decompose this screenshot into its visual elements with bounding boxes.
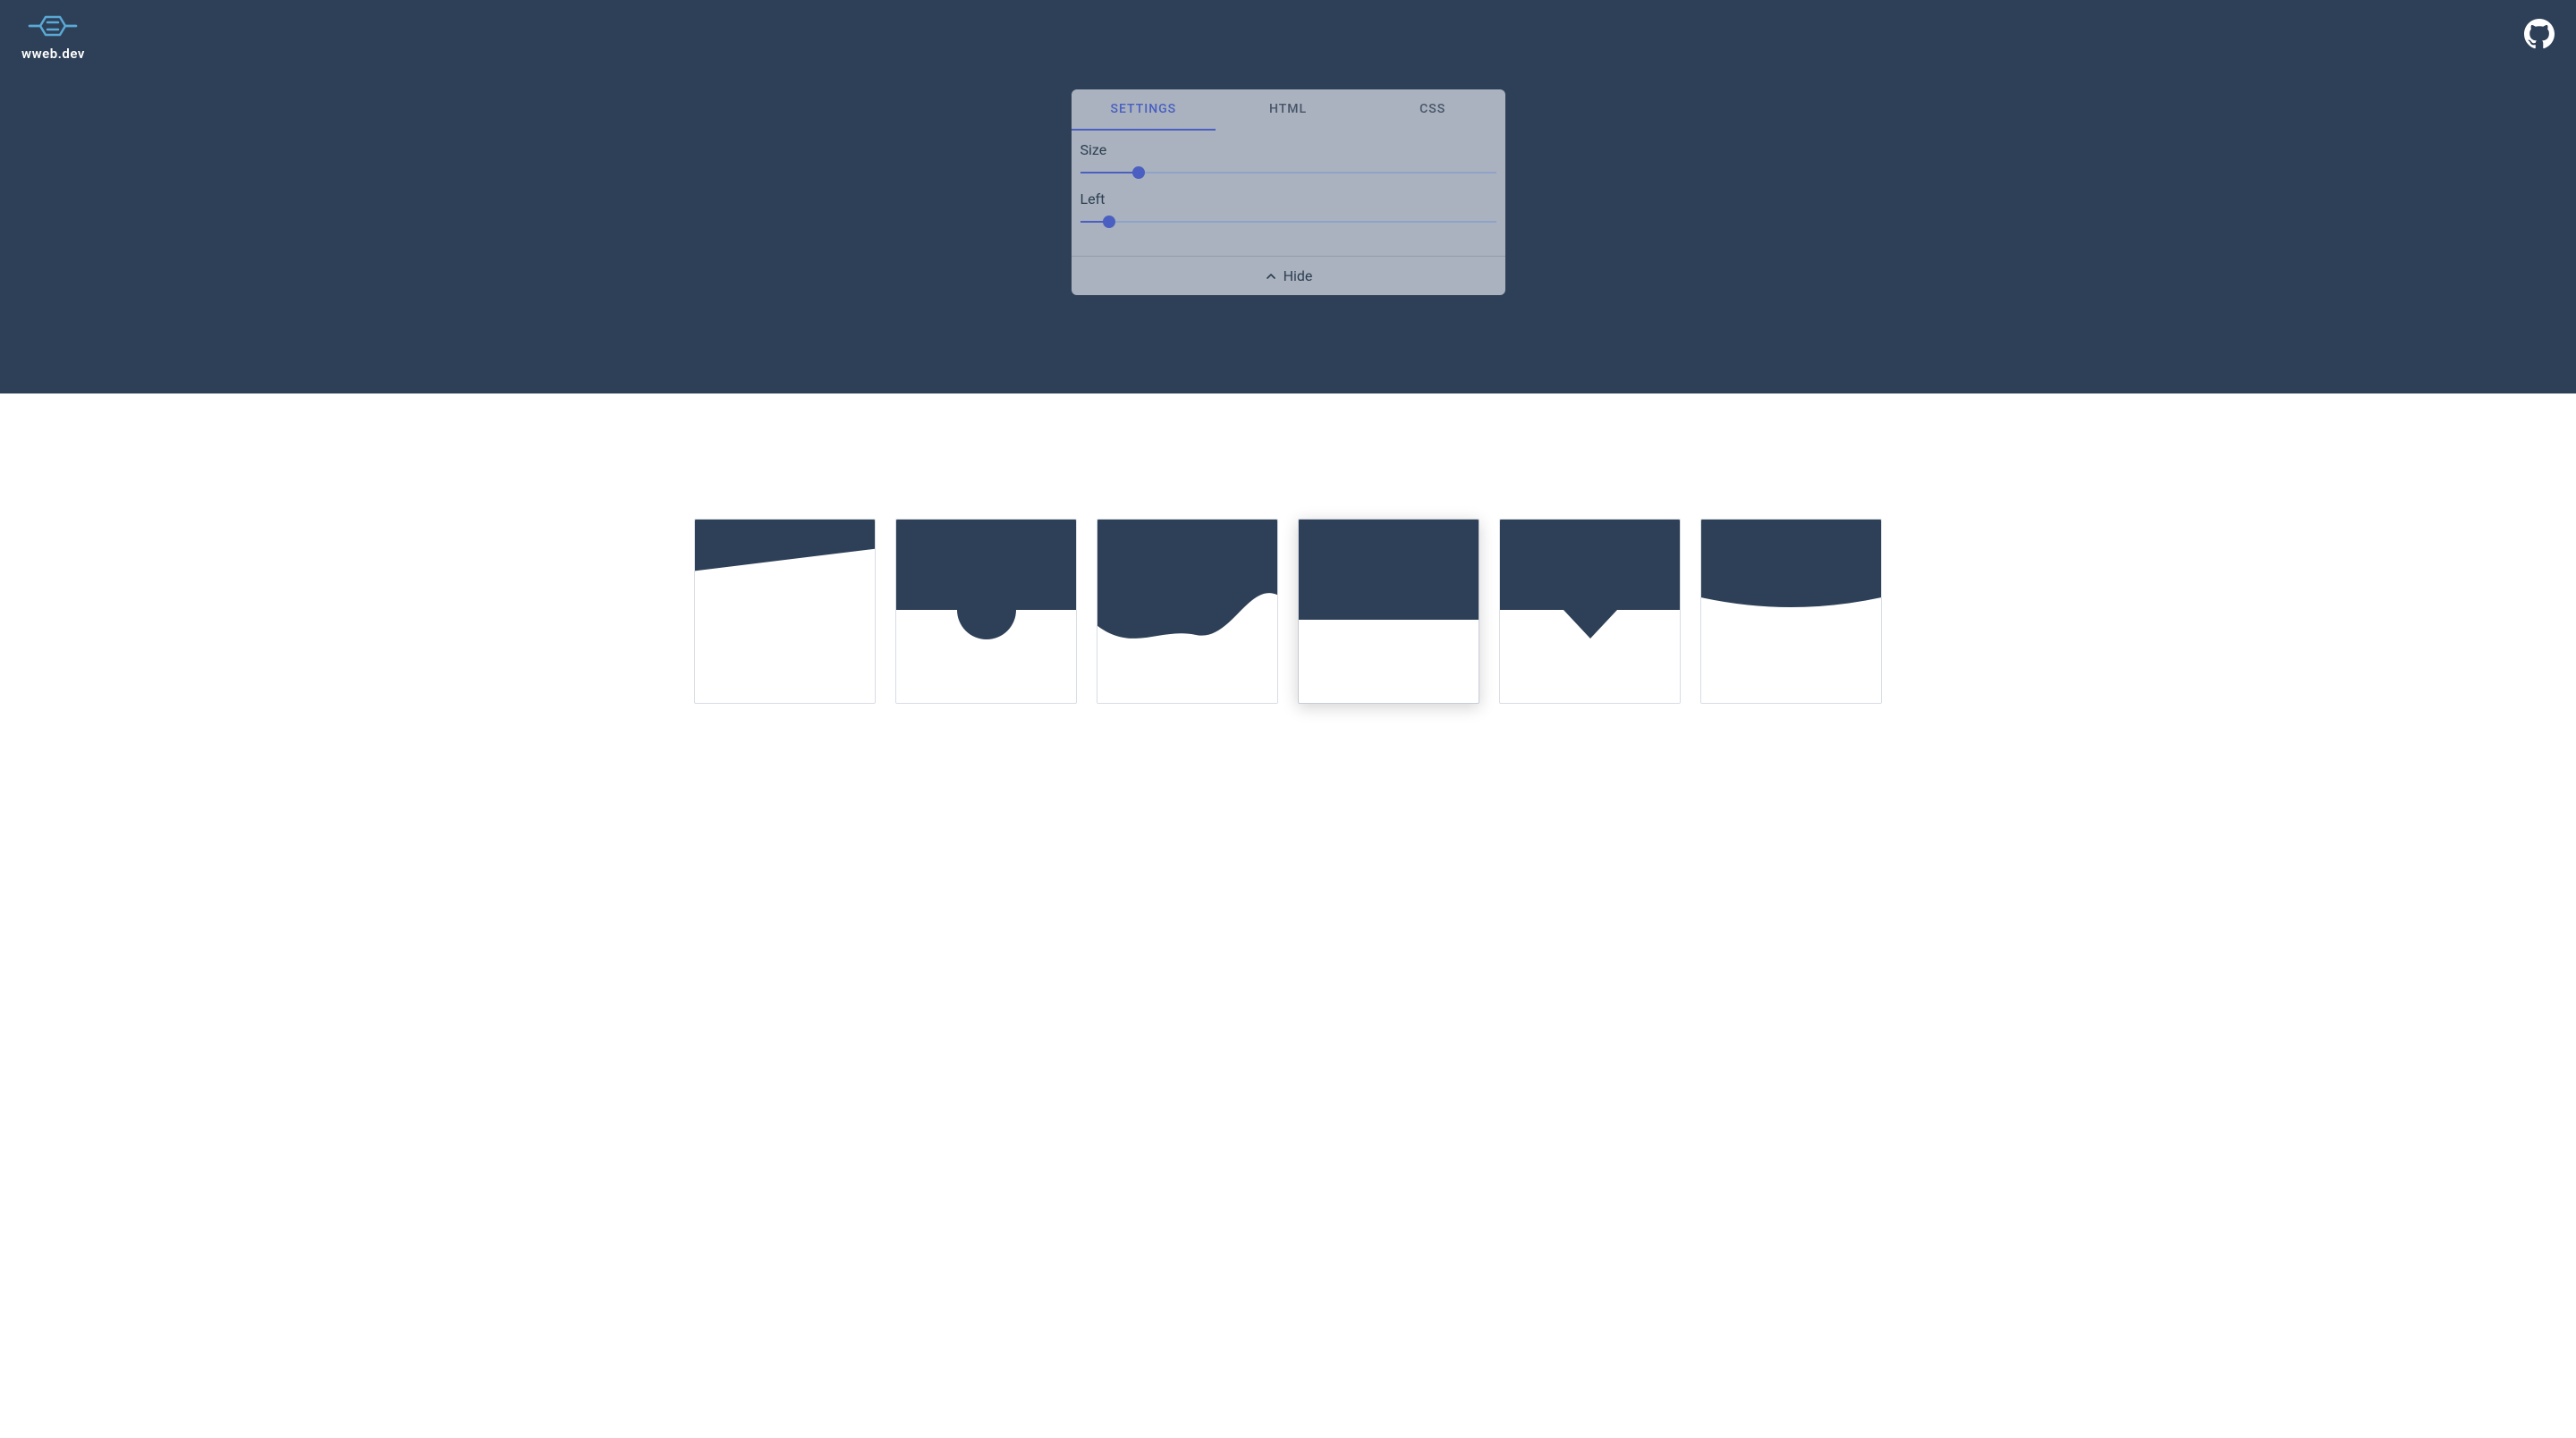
separator-card-list xyxy=(0,393,2576,722)
card-zigzag-separator[interactable] xyxy=(1298,519,1479,704)
top-bar: wweb.dev xyxy=(0,0,2576,72)
card-skewed-separator[interactable] xyxy=(694,519,876,704)
site-logo[interactable]: wweb.dev xyxy=(21,10,85,62)
panel-tabs: SETTINGS HTML CSS xyxy=(1072,89,1505,131)
site-logo-icon xyxy=(28,10,78,42)
card-semicircle-separator[interactable] xyxy=(895,519,1077,704)
controls-container: Size Left xyxy=(1072,131,1505,256)
card-wave-separator[interactable] xyxy=(1097,519,1278,704)
github-link[interactable] xyxy=(2524,19,2555,53)
left-label: Left xyxy=(1080,190,1496,207)
tab-settings[interactable]: SETTINGS xyxy=(1072,89,1216,131)
left-slider[interactable] xyxy=(1080,213,1496,231)
tab-css[interactable]: CSS xyxy=(1360,89,1505,131)
hide-button[interactable]: Hide xyxy=(1072,256,1505,295)
card-triangle-separator[interactable] xyxy=(1499,519,1681,704)
github-icon xyxy=(2524,19,2555,49)
tab-html[interactable]: HTML xyxy=(1216,89,1360,131)
size-control: Size xyxy=(1080,141,1496,182)
size-label: Size xyxy=(1080,141,1496,158)
card-curve-separator[interactable] xyxy=(1700,519,1882,704)
left-control: Left xyxy=(1080,190,1496,231)
hide-label: Hide xyxy=(1284,267,1313,284)
zigzag-separator-preview xyxy=(0,365,2576,394)
settings-panel: SETTINGS HTML CSS Size Left xyxy=(1072,89,1505,295)
size-slider[interactable] xyxy=(1080,164,1496,182)
site-name: wweb.dev xyxy=(21,46,85,62)
chevron-up-icon xyxy=(1264,269,1278,283)
